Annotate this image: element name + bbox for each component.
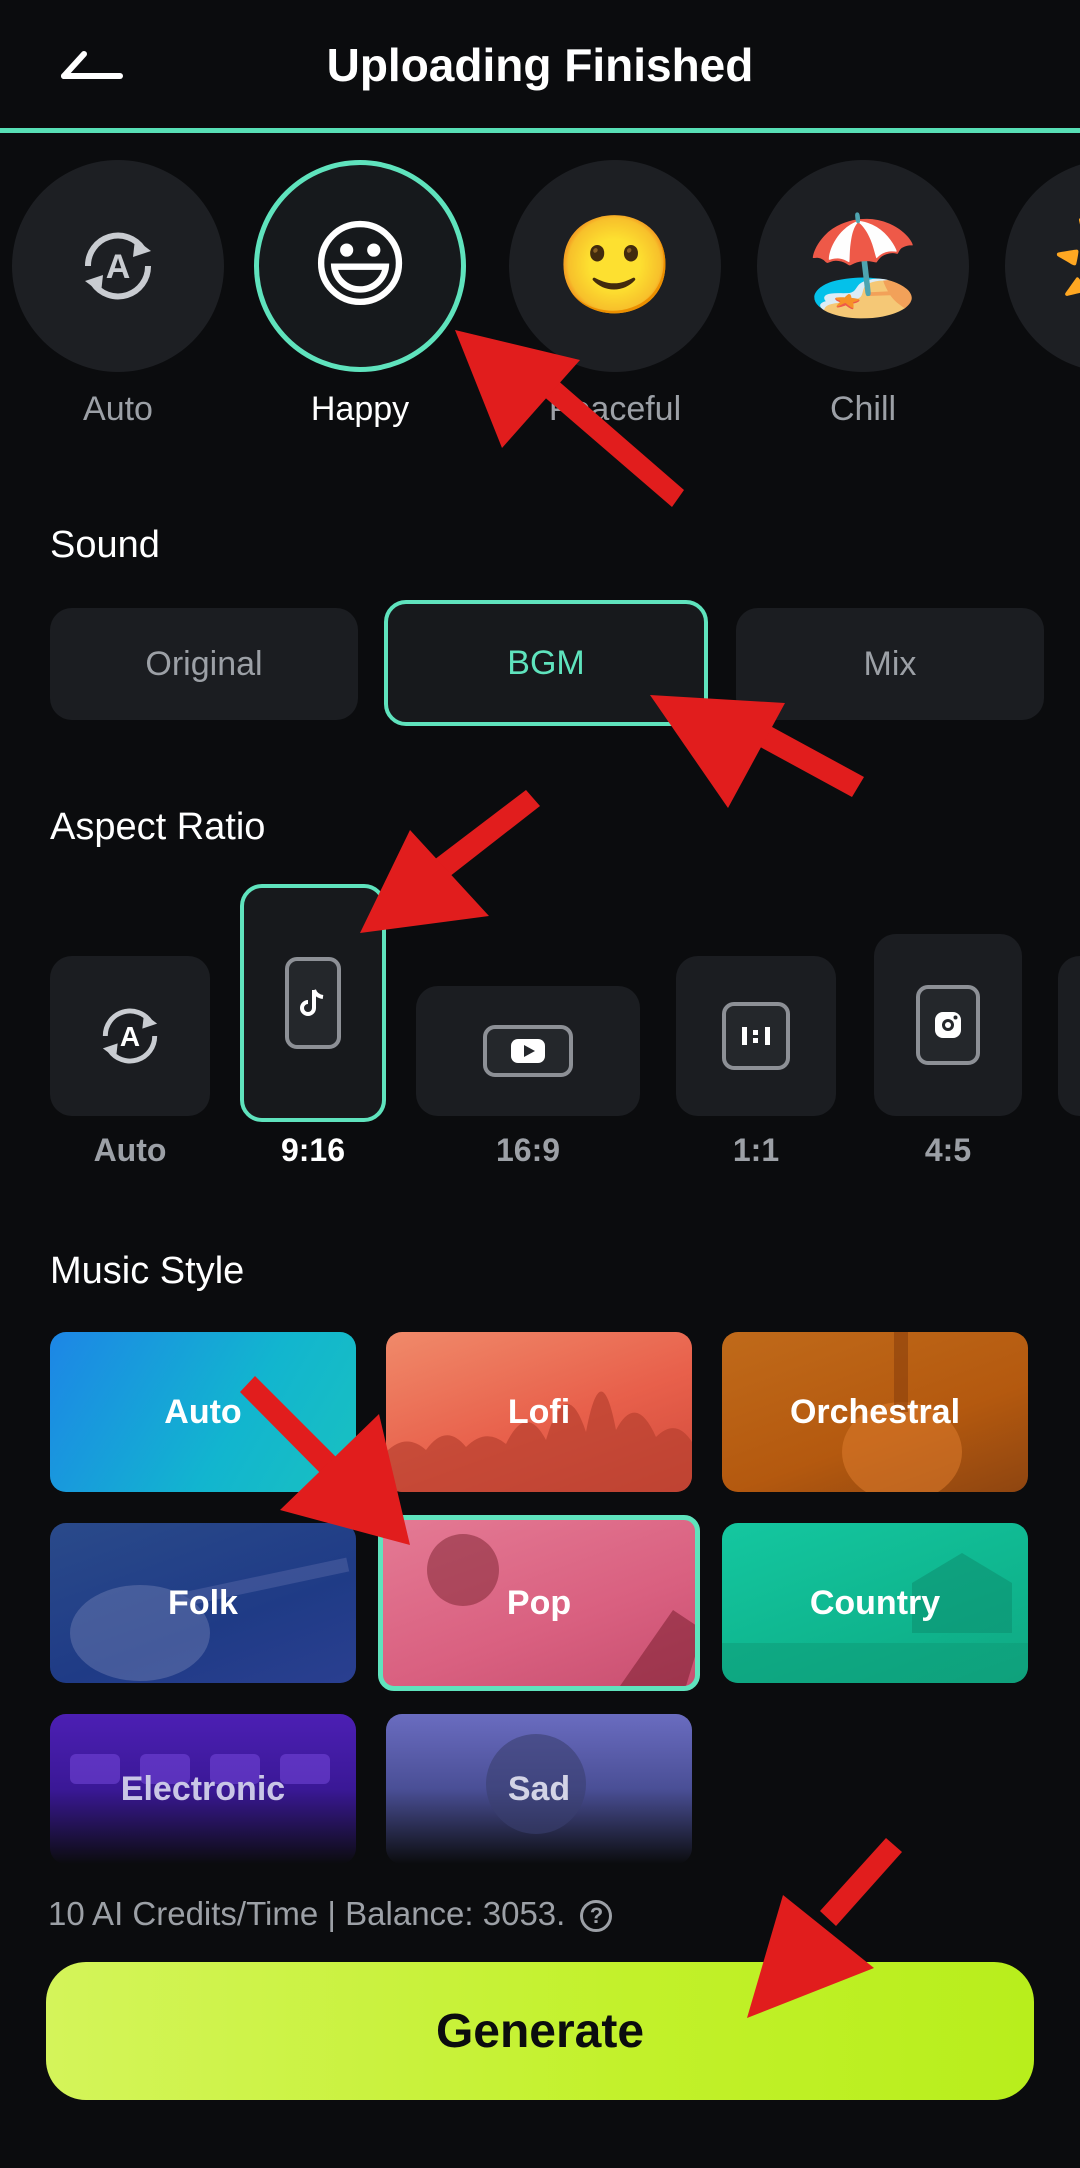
aspect-label: Auto (93, 1132, 167, 1168)
music-style-section-title: Music Style (50, 1250, 245, 1292)
annotation-arrow-aspect (360, 790, 540, 933)
upload-progress-bar (0, 128, 1080, 133)
mood-label: Ho (1005, 390, 1080, 429)
music-style-label: Lofi (507, 1392, 571, 1431)
auto-refresh-icon: A (102, 1008, 158, 1064)
separator: | (327, 1895, 336, 1932)
mood-peaceful[interactable]: 🙂 Peaceful (509, 160, 721, 429)
music-style-label: Orchestral (789, 1392, 961, 1431)
mood-label: Chill (829, 390, 897, 428)
music-style-lofi[interactable]: Lofi (386, 1332, 692, 1492)
sound-option-mix[interactable]: Mix (736, 608, 1044, 720)
music-style-label: Auto (164, 1392, 242, 1431)
svg-text:A: A (106, 248, 131, 286)
help-icon[interactable]: ? (580, 1900, 613, 1933)
generate-button[interactable]: Generate (46, 1962, 1034, 2100)
mood-auto[interactable]: A Auto (12, 160, 224, 429)
music-style-label: Folk (168, 1583, 238, 1622)
credits-per-time: 10 AI Credits/Time (48, 1895, 319, 1932)
mood-label: Peaceful (548, 390, 682, 428)
credits-info: 10 AI Credits/Time | Balance: 3053. ? (48, 1895, 613, 1933)
aspect-label: 4:5 (924, 1132, 972, 1168)
music-style-label: Sad (507, 1769, 571, 1808)
aspect-label: 9:16 (280, 1132, 346, 1168)
svg-text:A: A (120, 1021, 140, 1052)
square-ratio-icon (722, 1002, 790, 1070)
mood-selector: A Auto 😃 Happy 🙂 Peaceful 🏖️ Chill ☀️ Ho (0, 160, 1080, 460)
aspect-option-16-9[interactable]: 16:9 (416, 986, 640, 1168)
youtube-icon (483, 1025, 573, 1077)
mood-label: Auto (83, 390, 153, 428)
smiling-face-icon: 🙂 (555, 212, 675, 319)
music-style-label: Pop (506, 1583, 572, 1622)
sound-option-original[interactable]: Original (50, 608, 358, 720)
balance-text: Balance: 3053. (345, 1895, 566, 1932)
mood-label: Happy (310, 390, 410, 428)
music-style-country[interactable]: Country (722, 1523, 1028, 1683)
sun-icon: ☀️ (1051, 218, 1080, 314)
tiktok-icon (285, 957, 341, 1049)
aspect-label: 16:9 (495, 1132, 561, 1168)
aspect-option-1-1[interactable]: 1:1 (676, 956, 836, 1168)
sound-section-title: Sound (50, 524, 160, 566)
music-style-auto[interactable]: Auto (50, 1332, 356, 1492)
aspect-label: 1:1 (732, 1132, 780, 1168)
aspect-option-auto[interactable]: A Auto (50, 956, 210, 1168)
music-style-folk[interactable]: Folk (50, 1523, 356, 1683)
instagram-icon (916, 985, 980, 1065)
music-style-orchestral[interactable]: Orchestral (722, 1332, 1028, 1492)
music-style-label: Electronic (120, 1769, 286, 1808)
music-style-label: Country (809, 1583, 941, 1622)
aspect-option-partial[interactable] (1058, 956, 1080, 1116)
aspect-option-9-16[interactable]: 9:16 (240, 884, 386, 1168)
aspect-option-4-5[interactable]: 4:5 (874, 934, 1022, 1168)
music-style-pop[interactable]: Pop (378, 1515, 700, 1691)
grinning-face-icon: 😃 (309, 212, 411, 319)
aspect-ratio-section-title: Aspect Ratio (50, 806, 266, 848)
header: Uploading Finished (0, 0, 1080, 130)
mood-happy[interactable]: 😃 Happy (254, 160, 466, 429)
auto-refresh-icon: A (84, 232, 152, 300)
beach-umbrella-icon: 🏖️ (803, 212, 923, 319)
mood-chill[interactable]: 🏖️ Chill (757, 160, 969, 429)
music-style-sad[interactable]: Sad (386, 1714, 692, 1864)
sound-option-bgm[interactable]: BGM (384, 600, 708, 726)
page-title: Uploading Finished (326, 39, 754, 91)
mood-ho[interactable]: ☀️ Ho (1005, 160, 1080, 429)
music-style-electronic[interactable]: Electronic (50, 1714, 356, 1864)
